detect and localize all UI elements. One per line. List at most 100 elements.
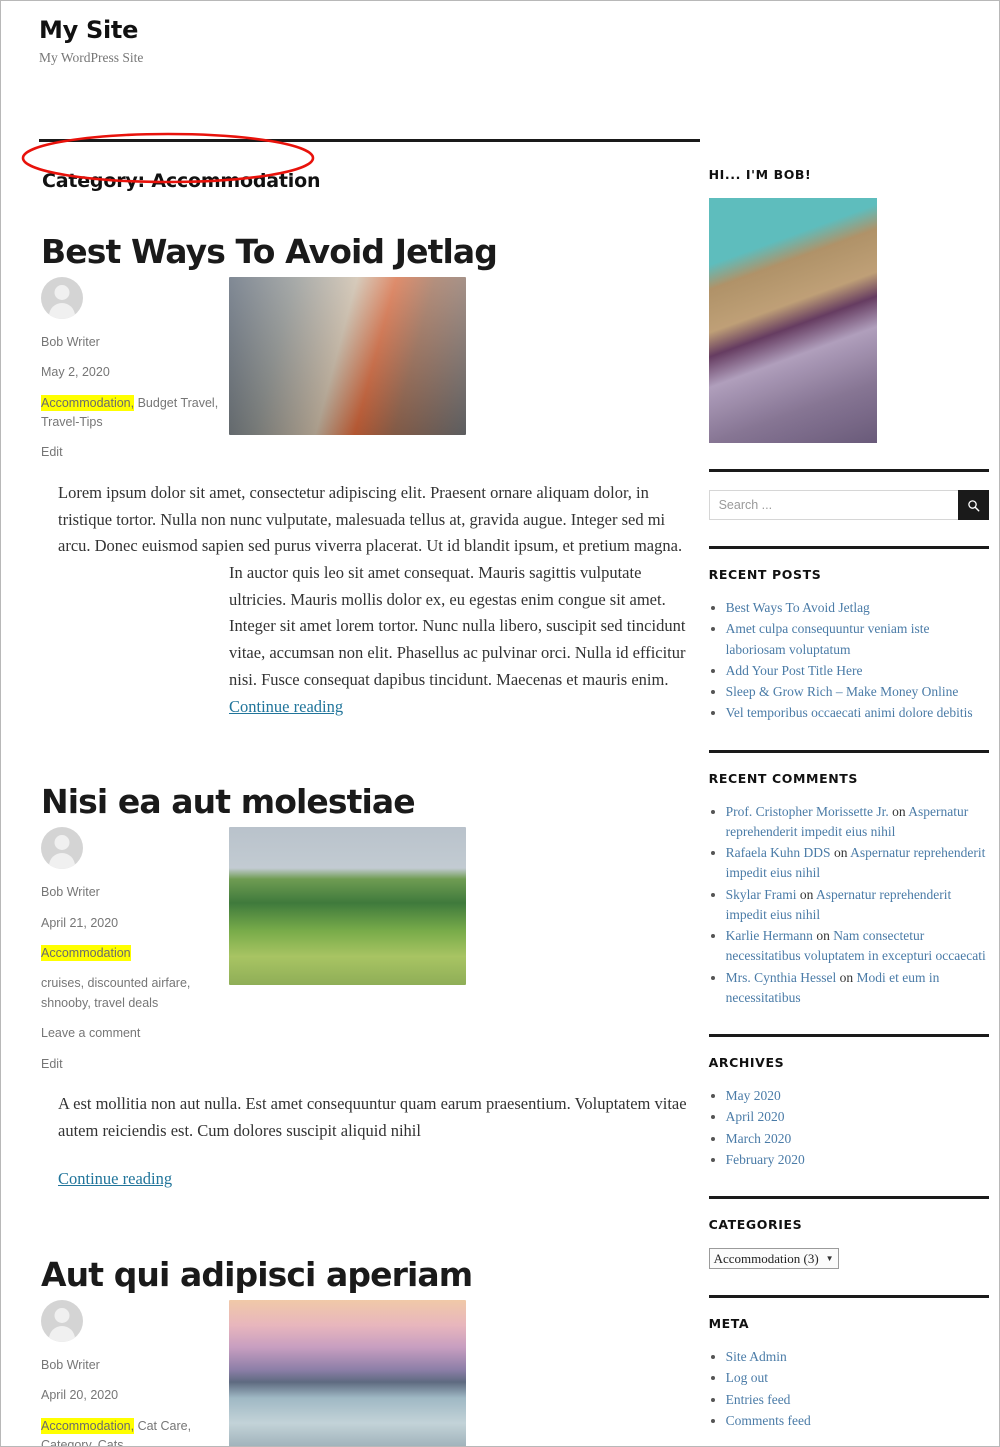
post-date[interactable]: April 21, 2020 (41, 914, 229, 933)
post-thumbnail[interactable] (229, 271, 469, 474)
recent-comments-list: Prof. Cristopher Morissette Jr. on Asper… (709, 802, 989, 1009)
list-item[interactable]: Entries feed (726, 1390, 989, 1410)
comment-author-link[interactable]: Mrs. Cynthia Hessel (726, 970, 837, 985)
recent-post-link[interactable]: Amet culpa consequuntur veniam iste labo… (726, 621, 930, 656)
archives-list: May 2020 April 2020 March 2020 February … (709, 1086, 989, 1170)
post-excerpt-flow: In auctor quis leo sit amet consequat. M… (39, 560, 700, 720)
comment-author-link[interactable]: Rafaela Kuhn DDS (726, 845, 831, 860)
post-item: Nisi ea aut molestiae Bob Writer April 2… (39, 783, 700, 1193)
widget-meta: Meta Site Admin Log out Entries feed Com… (709, 1316, 989, 1431)
meta-link-comments-feed[interactable]: Comments feed (726, 1413, 811, 1428)
widget-divider (708, 1295, 989, 1298)
list-item[interactable]: Mrs. Cynthia Hessel on Modi et eum in ne… (726, 968, 989, 1009)
post-comment-link[interactable]: Leave a comment (41, 1024, 229, 1043)
post-categories[interactable]: Accommodation (41, 944, 229, 963)
list-item[interactable]: Log out (726, 1368, 989, 1388)
search-form (708, 490, 989, 520)
recent-post-link[interactable]: Add Your Post Title Here (726, 663, 863, 678)
site-title[interactable]: My Site (39, 15, 999, 45)
search-icon (968, 499, 980, 511)
list-item[interactable]: Site Admin (726, 1347, 989, 1367)
meta-link-log-out[interactable]: Log out (726, 1370, 768, 1385)
continue-reading-block: Continue reading (58, 1166, 700, 1193)
list-item[interactable]: Skylar Frami on Aspernatur reprehenderit… (726, 885, 989, 926)
post-thumbnail[interactable] (229, 1294, 469, 1446)
list-item[interactable]: Prof. Cristopher Morissette Jr. on Asper… (726, 802, 989, 843)
category-accommodation[interactable]: Accommodation (41, 945, 131, 961)
avatar (41, 827, 83, 870)
comment-author-link[interactable]: Skylar Frami (726, 887, 797, 902)
recent-post-link[interactable]: Vel temporibus occaecati animi dolore de… (726, 705, 973, 720)
widget-divider (708, 1034, 989, 1037)
post-flow-paragraph: In auctor quis leo sit amet consequat. M… (229, 560, 700, 720)
post-author[interactable]: Bob Writer (41, 1356, 229, 1375)
post-flow-text: In auctor quis leo sit amet consequat. M… (229, 562, 686, 689)
list-item[interactable]: Best Ways To Avoid Jetlag (726, 598, 989, 618)
post-excerpt-column: Lorem ipsum dolor sit amet, consectetur … (39, 474, 700, 560)
widget-title-about: Hi... I'm Bob! (708, 167, 812, 182)
post-date[interactable]: May 2, 2020 (41, 363, 229, 382)
list-item[interactable]: Add Your Post Title Here (726, 661, 989, 681)
categories-dropdown[interactable]: Accommodation (3) ▼ (708, 1248, 839, 1269)
list-item[interactable]: Vel temporibus occaecati animi dolore de… (726, 703, 989, 723)
post-author[interactable]: Bob Writer (41, 883, 229, 902)
list-item[interactable]: Karlie Hermann on Nam consectetur necess… (726, 926, 989, 967)
meta-list: Site Admin Log out Entries feed Comments… (709, 1347, 989, 1431)
meta-link-entries-feed[interactable]: Entries feed (726, 1392, 791, 1407)
recent-post-link[interactable]: Sleep & Grow Rich – Make Money Online (726, 684, 959, 699)
post-body: Bob Writer April 21, 2020 Accommodation … (39, 821, 700, 1193)
list-item[interactable]: February 2020 (726, 1150, 989, 1170)
archive-link[interactable]: April 2020 (726, 1109, 785, 1124)
main-content: Category: Accommodation Best Ways To Avo… (1, 132, 700, 1446)
page-title: Category: Accommodation (42, 170, 321, 192)
search-input[interactable] (708, 490, 958, 520)
page-layout: Category: Accommodation Best Ways To Avo… (1, 132, 999, 1446)
widget-title-archives: Archives (708, 1055, 785, 1070)
post-item: Aut qui adipisci aperiam Bob Writer Apri… (39, 1256, 700, 1446)
comment-author-link[interactable]: Karlie Hermann (726, 928, 813, 943)
list-item[interactable]: May 2020 (726, 1086, 989, 1106)
post-tags[interactable]: cruises, discounted airfare, shnooby, tr… (41, 974, 229, 1013)
meta-link-site-admin[interactable]: Site Admin (726, 1349, 787, 1364)
post-thumbnail[interactable] (229, 821, 469, 1085)
archive-header: Category: Accommodation (21, 132, 700, 192)
sunset-jumping-silhouette-photo (229, 1299, 466, 1446)
post-excerpt-paragraph: Lorem ipsum dolor sit amet, consectetur … (58, 482, 683, 556)
post-title[interactable]: Nisi ea aut molestiae (39, 783, 700, 821)
post-body: Bob Writer April 20, 2020 Accommodation,… (39, 1294, 700, 1446)
archive-link[interactable]: March 2020 (726, 1131, 792, 1146)
post-date[interactable]: April 20, 2020 (41, 1386, 229, 1405)
list-item[interactable]: Rafaela Kuhn DDS on Aspernatur reprehend… (726, 843, 989, 884)
post-edit-link[interactable]: Edit (41, 1055, 229, 1074)
post-metadata: Bob Writer April 21, 2020 Accommodation … (39, 821, 229, 1085)
list-item[interactable]: Amet culpa consequuntur veniam iste labo… (726, 619, 989, 660)
archive-link[interactable]: February 2020 (726, 1152, 805, 1167)
widget-title-categories: Categories (708, 1217, 803, 1232)
recent-post-link[interactable]: Best Ways To Avoid Jetlag (726, 600, 870, 615)
post-categories[interactable]: Accommodation, Budget Travel, Travel-Tip… (41, 394, 229, 433)
post-title[interactable]: Aut qui adipisci aperiam (39, 1256, 700, 1294)
green-mountain-photo (229, 827, 466, 986)
continue-reading-link[interactable]: Continue reading (229, 697, 343, 716)
comment-on-text: on (796, 886, 816, 902)
list-item[interactable]: April 2020 (726, 1107, 989, 1127)
archive-link[interactable]: May 2020 (726, 1088, 781, 1103)
post-title[interactable]: Best Ways To Avoid Jetlag (39, 233, 700, 271)
continue-reading-link[interactable]: Continue reading (58, 1169, 172, 1188)
list-item[interactable]: Sleep & Grow Rich – Make Money Online (726, 682, 989, 702)
post-categories[interactable]: Accommodation, Cat Care, Category, Cats (41, 1417, 229, 1446)
comment-on-text: on (888, 803, 909, 819)
post-edit-link[interactable]: Edit (41, 443, 229, 462)
category-accommodation[interactable]: Accommodation, (41, 1417, 135, 1434)
category-accommodation[interactable]: Accommodation, (41, 394, 135, 411)
post-author[interactable]: Bob Writer (41, 333, 229, 352)
widget-title-meta: Meta (708, 1316, 750, 1331)
avatar (41, 1299, 83, 1342)
comment-on-text: on (836, 969, 857, 985)
widget-categories: Categories Accommodation (3) ▼ (708, 1217, 989, 1269)
comment-on-text: on (830, 845, 851, 860)
comment-author-link[interactable]: Prof. Cristopher Morissette Jr. (726, 804, 889, 819)
list-item[interactable]: March 2020 (726, 1129, 989, 1149)
search-button[interactable] (958, 490, 989, 520)
list-item[interactable]: Comments feed (726, 1411, 989, 1431)
